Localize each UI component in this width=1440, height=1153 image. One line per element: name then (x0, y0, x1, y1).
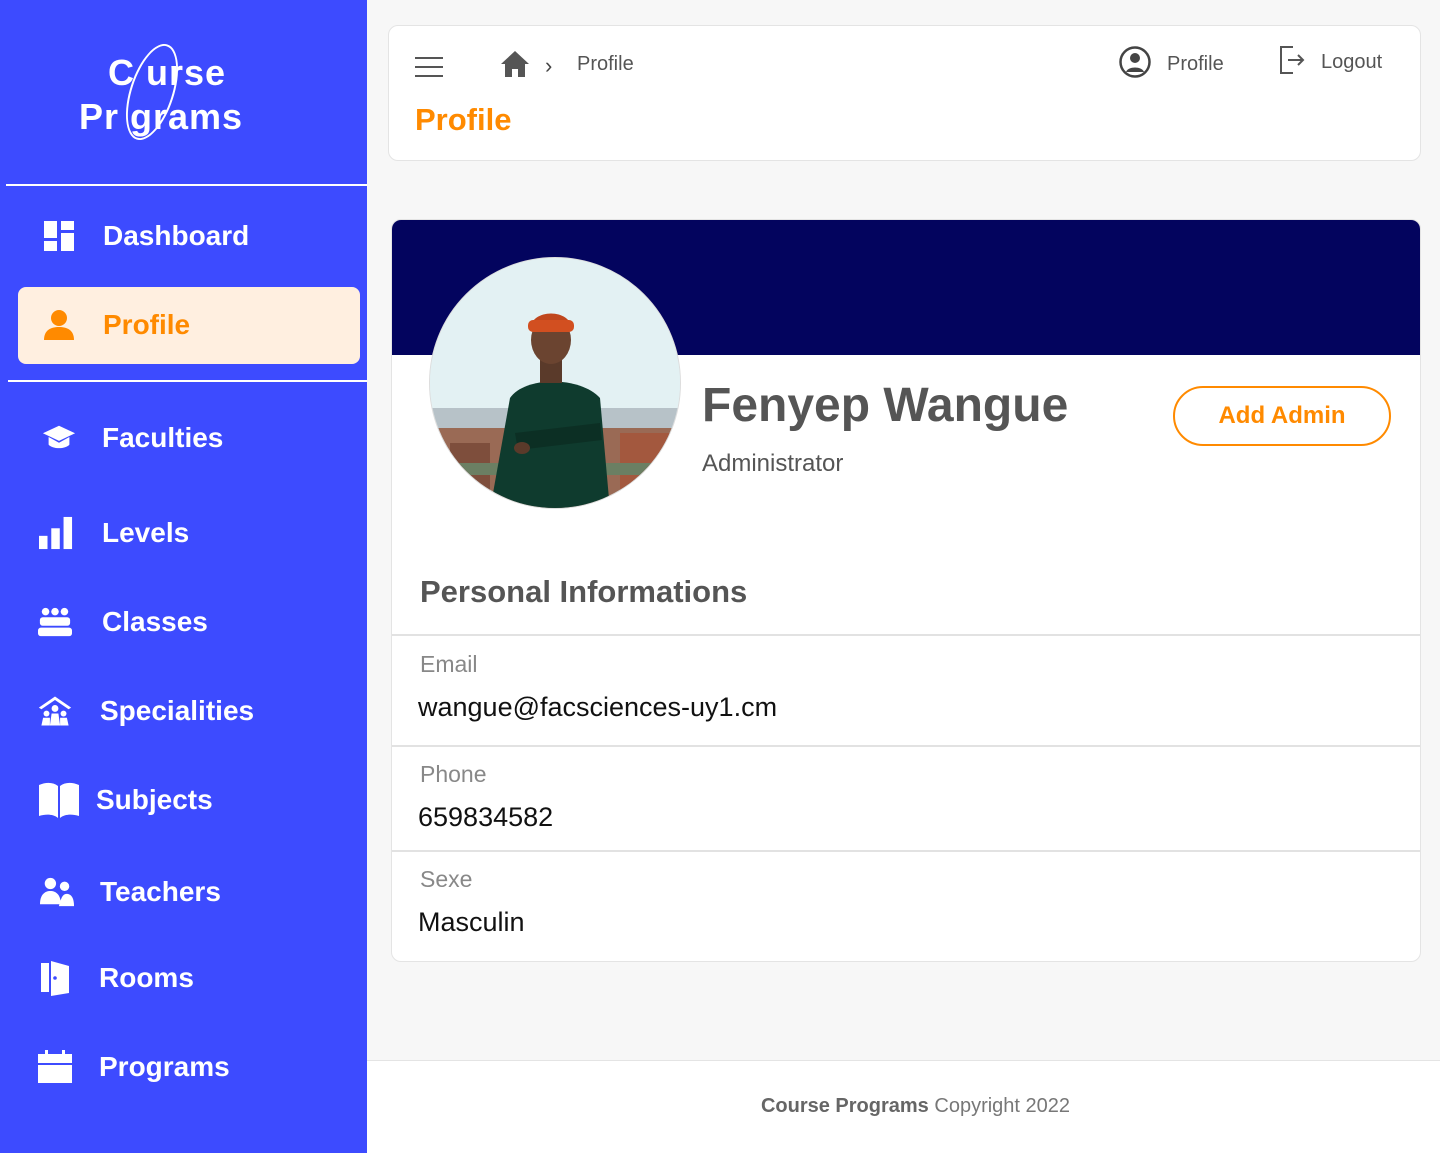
sidebar-divider (6, 184, 367, 186)
phone-label: Phone (420, 761, 487, 787)
sidebar-item-dashboard[interactable]: Dashboard (0, 206, 367, 266)
logout-label: Logout (1321, 50, 1383, 73)
sidebar-item-label: Teachers (100, 876, 221, 907)
phone-value: 659834582 (418, 802, 554, 832)
user-circle-icon (1119, 45, 1151, 83)
sidebar-item-profile[interactable]: Profile (0, 295, 367, 355)
calendar-icon (38, 1050, 72, 1084)
school-icon (38, 694, 72, 728)
top-header: › Profile Profile Profile Logout (388, 25, 1421, 161)
footer-brand: Course Programs (760, 1095, 929, 1117)
book-icon (38, 782, 80, 818)
divider (392, 745, 1420, 747)
sidebar: C urse Pr grams Dashboard Profile Facult… (0, 0, 367, 1153)
section-title: Personal Informations (420, 574, 748, 609)
sidebar-item-label: Programs (99, 1051, 230, 1082)
logout-button[interactable]: Logout (1279, 44, 1382, 80)
sidebar-item-label: Faculties (102, 422, 224, 453)
sidebar-item-label: Classes (102, 606, 208, 637)
sidebar-item-rooms[interactable]: Rooms (0, 948, 367, 1008)
sidebar-item-label: Profile (103, 309, 191, 340)
sidebar-item-faculties[interactable]: Faculties (0, 408, 367, 468)
divider (392, 634, 1420, 636)
sidebar-item-teachers[interactable]: Teachers (0, 862, 367, 922)
graduation-cap-icon (42, 421, 76, 455)
sidebar-item-programs[interactable]: Programs (0, 1037, 367, 1097)
footer-text: Course Programs Copyright 2022 (367, 1095, 1440, 1118)
logo-line1: C urse (108, 52, 227, 93)
sidebar-item-label: Rooms (99, 962, 194, 993)
user-icon (42, 308, 76, 342)
footer-copyright: Copyright 2022 (934, 1095, 1071, 1117)
sidebar-item-label: Dashboard (103, 220, 250, 251)
logo[interactable]: C urse Pr grams (0, 30, 367, 160)
avatar (429, 257, 681, 509)
door-icon (38, 961, 72, 996)
bar-chart-icon (39, 516, 73, 550)
sexe-label: Sexe (420, 866, 473, 892)
add-admin-button[interactable]: Add Admin (1173, 386, 1391, 446)
page-title: Profile (415, 102, 512, 137)
sidebar-item-label: Subjects (96, 784, 213, 815)
sidebar-item-subjects[interactable]: Subjects (0, 770, 367, 830)
dashboard-icon (42, 219, 76, 253)
sidebar-item-label: Specialities (100, 695, 255, 726)
home-icon[interactable] (500, 50, 530, 78)
sidebar-item-specialities[interactable]: Specialities (0, 681, 367, 741)
footer: Course Programs Copyright 2022 (367, 1060, 1440, 1153)
user-role: Administrator (702, 450, 844, 477)
user-name: Fenyep Wangue (702, 379, 1069, 432)
divider (392, 850, 1420, 852)
profile-card: Fenyep Wangue Administrator Add Admin Pe… (391, 219, 1421, 962)
email-value: wangue@facsciences-uy1.cm (418, 692, 778, 722)
sidebar-divider (8, 380, 367, 382)
sexe-value: Masculin (418, 907, 525, 937)
chevron-right-icon: › (545, 53, 553, 78)
email-label: Email (420, 651, 478, 677)
logout-icon (1279, 45, 1305, 80)
people-group-icon (38, 605, 72, 639)
header-profile-label: Profile (1167, 52, 1224, 75)
header-profile-link[interactable]: Profile (1119, 45, 1224, 83)
teachers-icon (40, 875, 74, 909)
breadcrumb-current: Profile (577, 53, 634, 75)
sidebar-item-classes[interactable]: Classes (0, 592, 367, 652)
logo-line2: Pr grams (79, 96, 244, 137)
menu-toggle-button[interactable] (415, 55, 443, 79)
sidebar-item-label: Levels (102, 517, 190, 548)
sidebar-item-levels[interactable]: Levels (0, 503, 367, 563)
